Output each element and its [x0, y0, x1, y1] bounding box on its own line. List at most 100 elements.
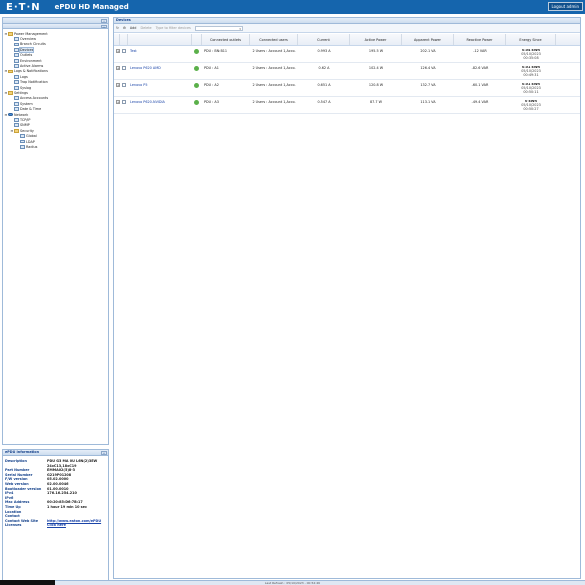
- devices-grid: Connected outlets Connected users Curren…: [114, 34, 580, 114]
- row-checkbox[interactable]: [122, 49, 126, 53]
- tree-item-label: Global: [26, 134, 37, 139]
- page-icon: [14, 37, 19, 41]
- page-icon: [14, 64, 19, 68]
- energy-time: 00:50:11: [523, 89, 539, 94]
- connected-outlets-cell: PDU : BN:B11: [204, 49, 228, 53]
- status-ok-icon: [194, 83, 199, 88]
- tree-item-label: Environment: [20, 58, 42, 63]
- page-icon: [14, 96, 19, 101]
- info-key: Description: [5, 459, 27, 463]
- device-name-link[interactable]: Lenovo P620 AMD: [130, 66, 161, 70]
- device-status-cell: [192, 66, 202, 72]
- tree-item-label: Date & Time: [20, 107, 42, 112]
- logout-button[interactable]: Logout admin: [547, 2, 583, 11]
- header-apparent-power[interactable]: Apparent Power: [402, 34, 454, 45]
- info-link[interactable]: Click here: [47, 523, 108, 528]
- collapse-icon[interactable]: «: [101, 24, 107, 28]
- collapse-icon[interactable]: «: [101, 450, 107, 455]
- header-status-col: [192, 34, 202, 45]
- device-row[interactable]: + Test PDU : BN:B11 2 Users : Account 1,Acc…: [114, 46, 580, 63]
- add-device-button[interactable]: Add: [130, 26, 137, 30]
- header-reactive-power[interactable]: Reactive Power: [454, 34, 506, 45]
- expand-row-icon[interactable]: +: [116, 49, 120, 53]
- active-power-cell: 102.4 W: [368, 66, 384, 70]
- page-icon: [14, 123, 19, 128]
- header-connected-users[interactable]: Connected users: [250, 34, 298, 45]
- header-current[interactable]: Current: [298, 34, 350, 45]
- row-select-cell: [120, 100, 128, 105]
- tree-item[interactable]: Radius: [4, 144, 107, 149]
- connected-outlets-cell: PDU : A2: [204, 83, 219, 87]
- energy-time: 00:50:27: [523, 106, 539, 111]
- reactive-power-cell: -60.1 VAR: [471, 83, 489, 87]
- current-cell: 0.651 A: [317, 83, 331, 87]
- refresh-icon[interactable]: ↻: [116, 26, 119, 30]
- device-name-cell: Lenovo P620-NVIDIA: [128, 100, 192, 104]
- app-header: E·T·N ePDU HD Managed Logout admin: [0, 0, 585, 14]
- tree-item-label: SNMP: [20, 123, 30, 128]
- taskbar-strip: [0, 580, 55, 585]
- current-cell: 0.993 A: [317, 49, 331, 53]
- connected-users-cell: 2 Users : Account 1,Acco.: [252, 100, 296, 104]
- device-status-cell: [192, 83, 202, 89]
- connected-outlets-cell: PDU : A1: [204, 66, 219, 70]
- device-row[interactable]: + Lenovo P620-NVIDIA PDU : A3 2 Users : Acc…: [114, 97, 580, 114]
- device-status-cell: [192, 49, 202, 55]
- apparent-power-cell: 126.4 VA: [420, 66, 436, 70]
- tree-item-label: Power Management: [14, 31, 48, 36]
- device-row[interactable]: + Lenovo P620 AMD PDU : A1 2 Users : Accoun…: [114, 63, 580, 80]
- energy-cell: 0.01 kWh 05/10/2023 00:49:31: [506, 66, 556, 78]
- expand-row-icon[interactable]: +: [116, 66, 120, 70]
- navigation-tree: ⊟ Power Management Overview Branch Circuits…: [3, 29, 108, 152]
- reactive-power-cell: -12 VAR: [473, 49, 487, 53]
- device-row[interactable]: + Lenovo P5 PDU : A2 2 Users : Account 1,Ac…: [114, 80, 580, 97]
- collapse-icon[interactable]: «: [101, 18, 107, 23]
- page-icon: [20, 134, 25, 139]
- status-ok-icon: [194, 100, 199, 105]
- tree-item-label: Logs & Notifications: [14, 69, 48, 74]
- page-icon: [20, 145, 25, 149]
- header-active-power[interactable]: Active Power: [350, 34, 402, 45]
- delete-device-button[interactable]: Delete: [140, 26, 151, 30]
- current-cell: 0.62 A: [318, 66, 330, 70]
- connected-users-cell: 2 Users : Account 1,Acco.: [252, 49, 296, 53]
- active-power-cell: 120.8 W: [368, 83, 384, 87]
- connected-users-cell: 2 Users : Account 1,Acco.: [252, 83, 296, 87]
- header-energy-since[interactable]: Energy Since: [506, 34, 556, 45]
- device-name-link[interactable]: Lenovo P5: [130, 83, 148, 87]
- expand-row-icon[interactable]: +: [116, 83, 120, 87]
- devices-grid-header: Connected outlets Connected users Curren…: [114, 34, 580, 46]
- folder-icon: [8, 91, 13, 95]
- devices-grid-body: + Test PDU : BN:B11 2 Users : Account 1,Acc…: [114, 46, 580, 114]
- device-name-cell: Lenovo P620 AMD: [128, 66, 192, 70]
- device-name-link[interactable]: Test: [130, 49, 137, 53]
- navigation-panel: « « ⊟ Power Management Overview Branch Circ…: [2, 17, 109, 445]
- connected-outlets-cell: PDU : A3: [204, 100, 219, 104]
- folder-icon: [14, 128, 19, 133]
- tree-item-label: Access Accounts: [20, 96, 49, 101]
- device-name-link[interactable]: Lenovo P620-NVIDIA: [130, 100, 165, 104]
- epdu-information-title: ePDU Information «: [3, 450, 108, 456]
- row-checkbox[interactable]: [122, 66, 126, 70]
- tree-item-label: Logs: [20, 74, 28, 79]
- device-status-cell: [192, 100, 202, 106]
- expand-row-icon[interactable]: +: [116, 100, 120, 104]
- device-filter-select[interactable]: [194, 25, 243, 31]
- current-cell: 0.547 A: [317, 100, 331, 104]
- row-select-cell: [120, 49, 128, 54]
- last-refresh-text: Last Refresh : 05/10/2023 - 00:52:46: [264, 581, 321, 585]
- header-select-col: [120, 34, 128, 45]
- active-power-cell: 87.7 W: [370, 100, 382, 104]
- energy-time: 00:35:08: [523, 55, 539, 60]
- tools-icon[interactable]: ⚙: [123, 26, 126, 30]
- page-icon: [14, 101, 19, 106]
- tree-item-label: Settings: [14, 90, 28, 95]
- header-connected-outlets[interactable]: Connected outlets: [202, 34, 250, 45]
- tree-item-label: Outlets: [20, 53, 33, 58]
- row-checkbox[interactable]: [122, 83, 126, 87]
- row-checkbox[interactable]: [122, 100, 126, 104]
- page-icon: [14, 80, 19, 85]
- tree-item-label: System: [20, 101, 33, 106]
- reactive-power-cell: -49.4 VAR: [471, 100, 489, 104]
- page-icon: [20, 139, 25, 144]
